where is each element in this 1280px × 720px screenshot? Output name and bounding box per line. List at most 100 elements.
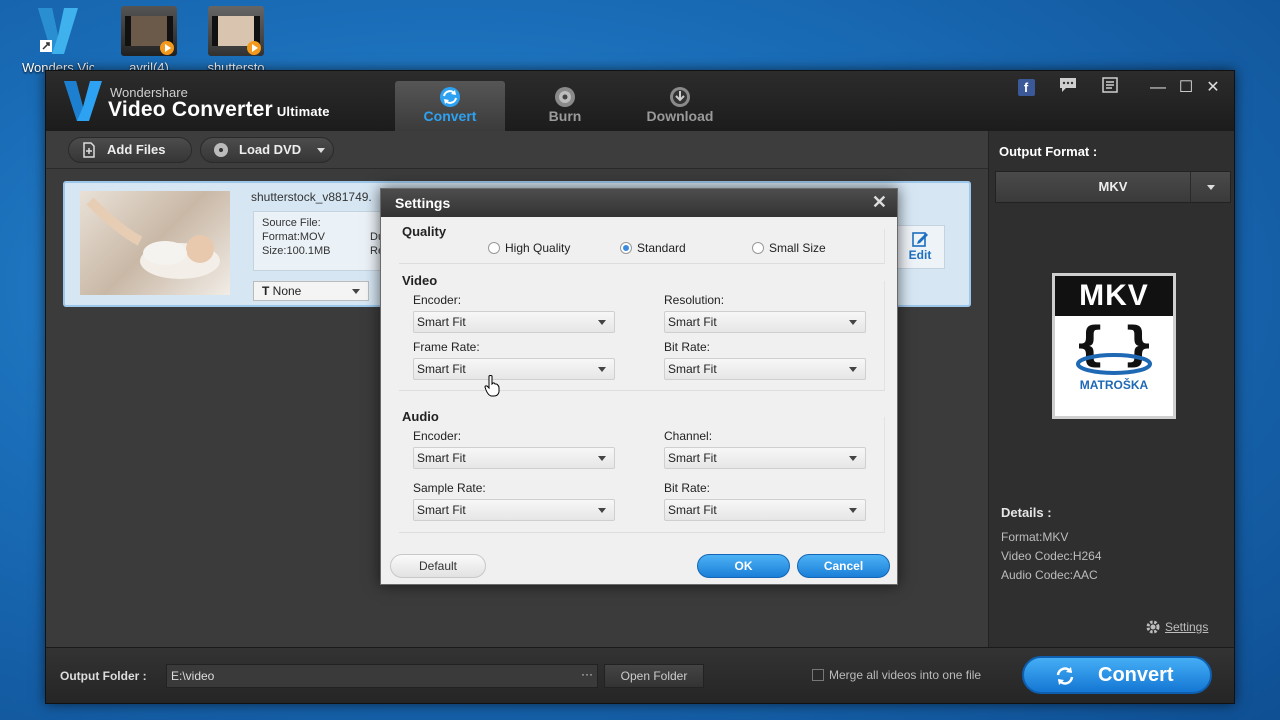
svg-text:{ }: { } xyxy=(1073,320,1155,371)
close-button[interactable]: ✕ xyxy=(1202,77,1224,99)
format-badge-title: MKV xyxy=(1055,276,1173,316)
detail-format: Format:MKV xyxy=(1001,530,1069,544)
load-dvd-button[interactable]: Load DVD xyxy=(200,137,334,163)
quality-small-radio[interactable]: Small Size xyxy=(752,241,826,255)
settings-link[interactable]: Settings xyxy=(1145,619,1208,635)
convert-button[interactable]: Convert xyxy=(1022,656,1212,694)
chevron-down-icon xyxy=(352,289,360,294)
format-badge-subtitle: MATROŠKA xyxy=(1079,378,1149,392)
dialog-title-bar: Settings ✕ xyxy=(381,189,897,217)
feedback-button[interactable] xyxy=(1057,77,1079,99)
desktop-icon-video-1[interactable]: avril(4) xyxy=(113,6,185,75)
convert-label: Convert xyxy=(1098,664,1174,686)
add-file-icon xyxy=(83,142,95,158)
app-icon xyxy=(30,6,86,56)
settings-dialog: Settings ✕ Quality High Quality Standard… xyxy=(380,188,898,585)
subtitle-select[interactable]: T None xyxy=(253,281,369,301)
edit-label: Edit xyxy=(908,248,932,262)
file-name: shutterstock_v881749. xyxy=(251,190,372,204)
hand-cursor-icon xyxy=(484,375,500,397)
video-bit-rate-label: Bit Rate: xyxy=(664,340,711,354)
output-folder-label: Output Folder : xyxy=(60,669,147,683)
output-folder-input[interactable]: E:\video xyxy=(166,664,598,688)
quality-high-radio[interactable]: High Quality xyxy=(488,241,570,255)
radio-icon xyxy=(752,242,764,254)
browse-folder-button[interactable]: ··· xyxy=(576,664,598,688)
video-bit-rate-select[interactable]: Smart Fit xyxy=(664,358,866,380)
list-icon xyxy=(1102,77,1118,93)
chevron-down-icon xyxy=(849,367,857,372)
tab-label: Convert xyxy=(423,108,477,124)
chevron-down-icon xyxy=(598,456,606,461)
select-value: Smart Fit xyxy=(668,362,717,376)
load-dvd-label: Load DVD xyxy=(239,142,302,157)
convert-icon xyxy=(440,87,460,107)
dialog-close-icon[interactable]: ✕ xyxy=(872,189,887,215)
chevron-down-icon xyxy=(598,320,606,325)
quality-standard-radio[interactable]: Standard xyxy=(620,241,686,255)
product-title: Video Converter xyxy=(108,98,273,121)
desktop-icon-app[interactable]: Wonders Vic xyxy=(22,6,94,75)
add-files-button[interactable]: Add Files xyxy=(68,137,192,163)
video-file-icon xyxy=(208,6,264,56)
audio-bit-rate-select[interactable]: Smart Fit xyxy=(664,499,866,521)
video-file-icon xyxy=(121,6,177,56)
format-badge: MKV { } MATROŠKA xyxy=(1052,273,1176,419)
convert-icon xyxy=(1056,667,1074,685)
merge-checkbox[interactable] xyxy=(812,669,824,681)
tab-burn[interactable]: Burn xyxy=(510,81,620,131)
dvd-icon xyxy=(214,143,228,157)
format-dropdown-arrow[interactable] xyxy=(1190,172,1230,202)
chevron-down-icon xyxy=(849,320,857,325)
dialog-title: Settings xyxy=(395,195,451,211)
audio-encoder-select[interactable]: Smart Fit xyxy=(413,447,615,469)
source-size: Size:100.1MB xyxy=(262,245,331,257)
product-edition: Ultimate xyxy=(276,104,330,119)
tab-convert[interactable]: Convert xyxy=(395,81,505,131)
merge-option[interactable]: Merge all videos into one file xyxy=(812,668,981,682)
audio-channel-label: Channel: xyxy=(664,429,713,443)
detail-video-codec: Video Codec:H264 xyxy=(1001,549,1102,563)
select-value: Smart Fit xyxy=(668,503,717,517)
radio-label: Small Size xyxy=(769,241,826,255)
audio-channel-select[interactable]: Smart Fit xyxy=(664,447,866,469)
frame-rate-select[interactable]: Smart Fit xyxy=(413,358,615,380)
format-details: Details : Format:MKV Video Codec:H264 Au… xyxy=(1001,503,1102,585)
facebook-button[interactable]: f xyxy=(1015,77,1037,99)
register-button[interactable] xyxy=(1099,77,1121,99)
chevron-down-icon[interactable] xyxy=(317,148,325,153)
desktop-icon-video-2[interactable]: shuttersto xyxy=(200,6,272,75)
product-name: Video Converter Ultimate xyxy=(108,98,330,122)
output-format-label: Output Format : xyxy=(999,144,1098,159)
tab-label: Download xyxy=(646,108,714,124)
output-format-value: MKV xyxy=(1098,179,1128,194)
detail-audio-codec: Audio Codec:AAC xyxy=(1001,568,1098,582)
minimize-button[interactable]: — xyxy=(1147,77,1169,99)
video-resolution-select[interactable]: Smart Fit xyxy=(664,311,866,333)
radio-label: Standard xyxy=(637,241,686,255)
select-value: Smart Fit xyxy=(417,451,466,465)
radio-label: High Quality xyxy=(505,241,571,255)
output-format-select[interactable]: MKV xyxy=(995,171,1231,203)
default-button[interactable]: Default xyxy=(390,554,486,578)
disc-icon xyxy=(555,87,575,107)
sample-rate-select[interactable]: Smart Fit xyxy=(413,499,615,521)
cancel-button[interactable]: Cancel xyxy=(797,554,890,578)
tab-label: Burn xyxy=(548,108,582,124)
audio-bit-rate-label: Bit Rate: xyxy=(664,481,711,495)
open-folder-button[interactable]: Open Folder xyxy=(604,664,704,688)
merge-label: Merge all videos into one file xyxy=(829,668,982,682)
video-resolution-label: Resolution: xyxy=(664,293,725,307)
chat-bubble-icon xyxy=(1060,78,1076,92)
tab-download[interactable]: Download xyxy=(625,81,735,131)
frame-rate-label: Frame Rate: xyxy=(413,340,480,354)
maximize-button[interactable]: ☐ xyxy=(1175,77,1197,99)
edit-button[interactable]: Edit xyxy=(895,225,945,269)
select-value: Smart Fit xyxy=(668,451,717,465)
video-thumbnail xyxy=(80,191,230,295)
ok-button[interactable]: OK xyxy=(697,554,790,578)
chevron-down-icon xyxy=(598,508,606,513)
facebook-icon: f xyxy=(1017,79,1035,96)
select-value: Smart Fit xyxy=(417,315,466,329)
video-encoder-select[interactable]: Smart Fit xyxy=(413,311,615,333)
